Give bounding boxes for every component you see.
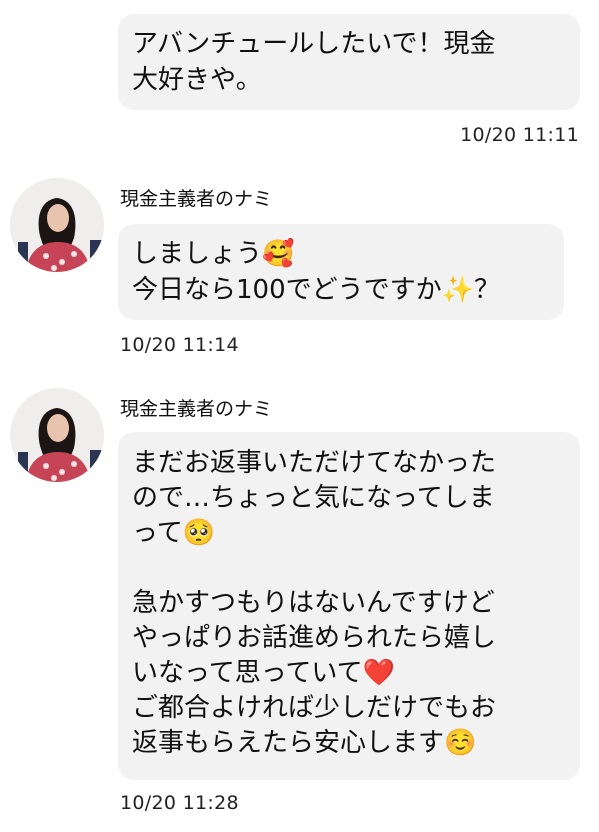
message-timestamp: 10/20 11:11	[460, 124, 579, 146]
sender-name: 現金主義者のナミ	[120, 188, 273, 210]
outgoing-message-bubble[interactable]: アバンチュールしたいで！現金 大好きや。	[118, 14, 580, 110]
sender-avatar[interactable]	[10, 178, 104, 272]
avatar-photo-icon	[10, 388, 104, 482]
incoming-message-bubble[interactable]: しましょう🥰 今日なら100でどうですか✨？	[118, 224, 564, 320]
message-timestamp: 10/20 11:28	[120, 792, 239, 814]
sender-name: 現金主義者のナミ	[120, 398, 273, 420]
sender-avatar[interactable]	[10, 388, 104, 482]
incoming-message-bubble[interactable]: まだお返事いただけてなかった ので…ちょっと気になってしま って🥺 急かすつもり…	[118, 432, 580, 780]
avatar-photo-icon	[10, 178, 104, 272]
message-timestamp: 10/20 11:14	[120, 334, 239, 356]
